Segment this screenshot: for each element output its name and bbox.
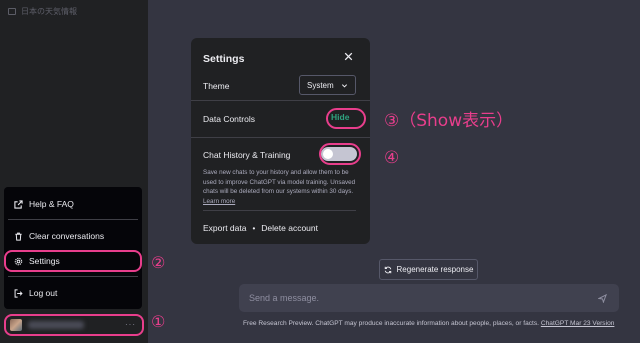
settings-modal: Settings Theme System Data Controls Hide…	[191, 38, 370, 244]
delete-account-button[interactable]: Delete account	[261, 223, 318, 233]
history-item[interactable]: 日本の天気情報	[8, 6, 77, 17]
modal-divider	[191, 137, 370, 138]
history-item-label: 日本の天気情報	[21, 7, 77, 16]
version-link[interactable]: ChatGPT Mar 23 Version	[541, 320, 615, 327]
disclaimer-text: Free Research Preview. ChatGPT may produ…	[243, 320, 540, 327]
user-highlight	[4, 314, 144, 336]
disclaimer: Free Research Preview. ChatGPT may produ…	[243, 320, 633, 327]
message-input[interactable]	[249, 290, 579, 306]
separator: •	[252, 223, 256, 233]
annotation-step-1: ①	[151, 312, 166, 331]
logout-icon	[14, 288, 23, 298]
menu-item-clear-label: Clear conversations	[29, 231, 105, 241]
chat-bubble-icon	[8, 8, 16, 15]
export-data-button[interactable]: Export data	[203, 223, 246, 233]
menu-divider	[8, 276, 138, 277]
menu-item-help-label: Help & FAQ	[29, 199, 74, 209]
chat-history-description: Save new chats to your history and allow…	[203, 168, 359, 206]
toggle-highlight	[319, 143, 361, 165]
modal-title: Settings	[203, 53, 245, 65]
menu-item-logout-label: Log out	[29, 288, 58, 298]
modal-divider	[203, 210, 356, 211]
trash-icon	[14, 232, 23, 241]
menu-divider	[8, 219, 138, 220]
annotation-step-2: ②	[151, 253, 166, 272]
theme-select-value: System	[307, 80, 334, 90]
chevron-down-icon	[341, 82, 348, 89]
account-actions: Export data • Delete account	[203, 223, 318, 233]
annotation-step-4: ④	[384, 148, 400, 168]
settings-highlight	[4, 250, 142, 272]
message-composer	[239, 284, 619, 312]
regenerate-button[interactable]: Regenerate response	[379, 259, 478, 280]
annotation-step-3: ③（Show表示）	[384, 111, 514, 131]
menu-item-clear-conversations[interactable]: Clear conversations	[8, 225, 138, 247]
chat-history-description-text: Save new chats to your history and allow…	[203, 169, 356, 195]
sidebar: 日本の天気情報 Help & FAQ Clear conversations S…	[0, 0, 148, 343]
regenerate-label: Regenerate response	[396, 265, 474, 274]
menu-item-help[interactable]: Help & FAQ	[8, 193, 138, 215]
theme-select[interactable]: System	[299, 75, 356, 95]
close-icon[interactable]	[343, 51, 354, 62]
menu-item-logout[interactable]: Log out	[8, 282, 138, 304]
user-menu: Help & FAQ Clear conversations Settings …	[4, 187, 142, 309]
refresh-icon	[384, 266, 392, 274]
modal-divider	[191, 100, 370, 101]
theme-label: Theme	[203, 81, 230, 91]
hide-highlight	[326, 108, 366, 129]
external-link-icon	[14, 199, 23, 209]
send-icon[interactable]	[598, 294, 607, 303]
chat-history-label: Chat History & Training	[203, 150, 291, 160]
data-controls-label: Data Controls	[203, 114, 255, 124]
learn-more-link[interactable]: Learn more	[203, 198, 235, 205]
